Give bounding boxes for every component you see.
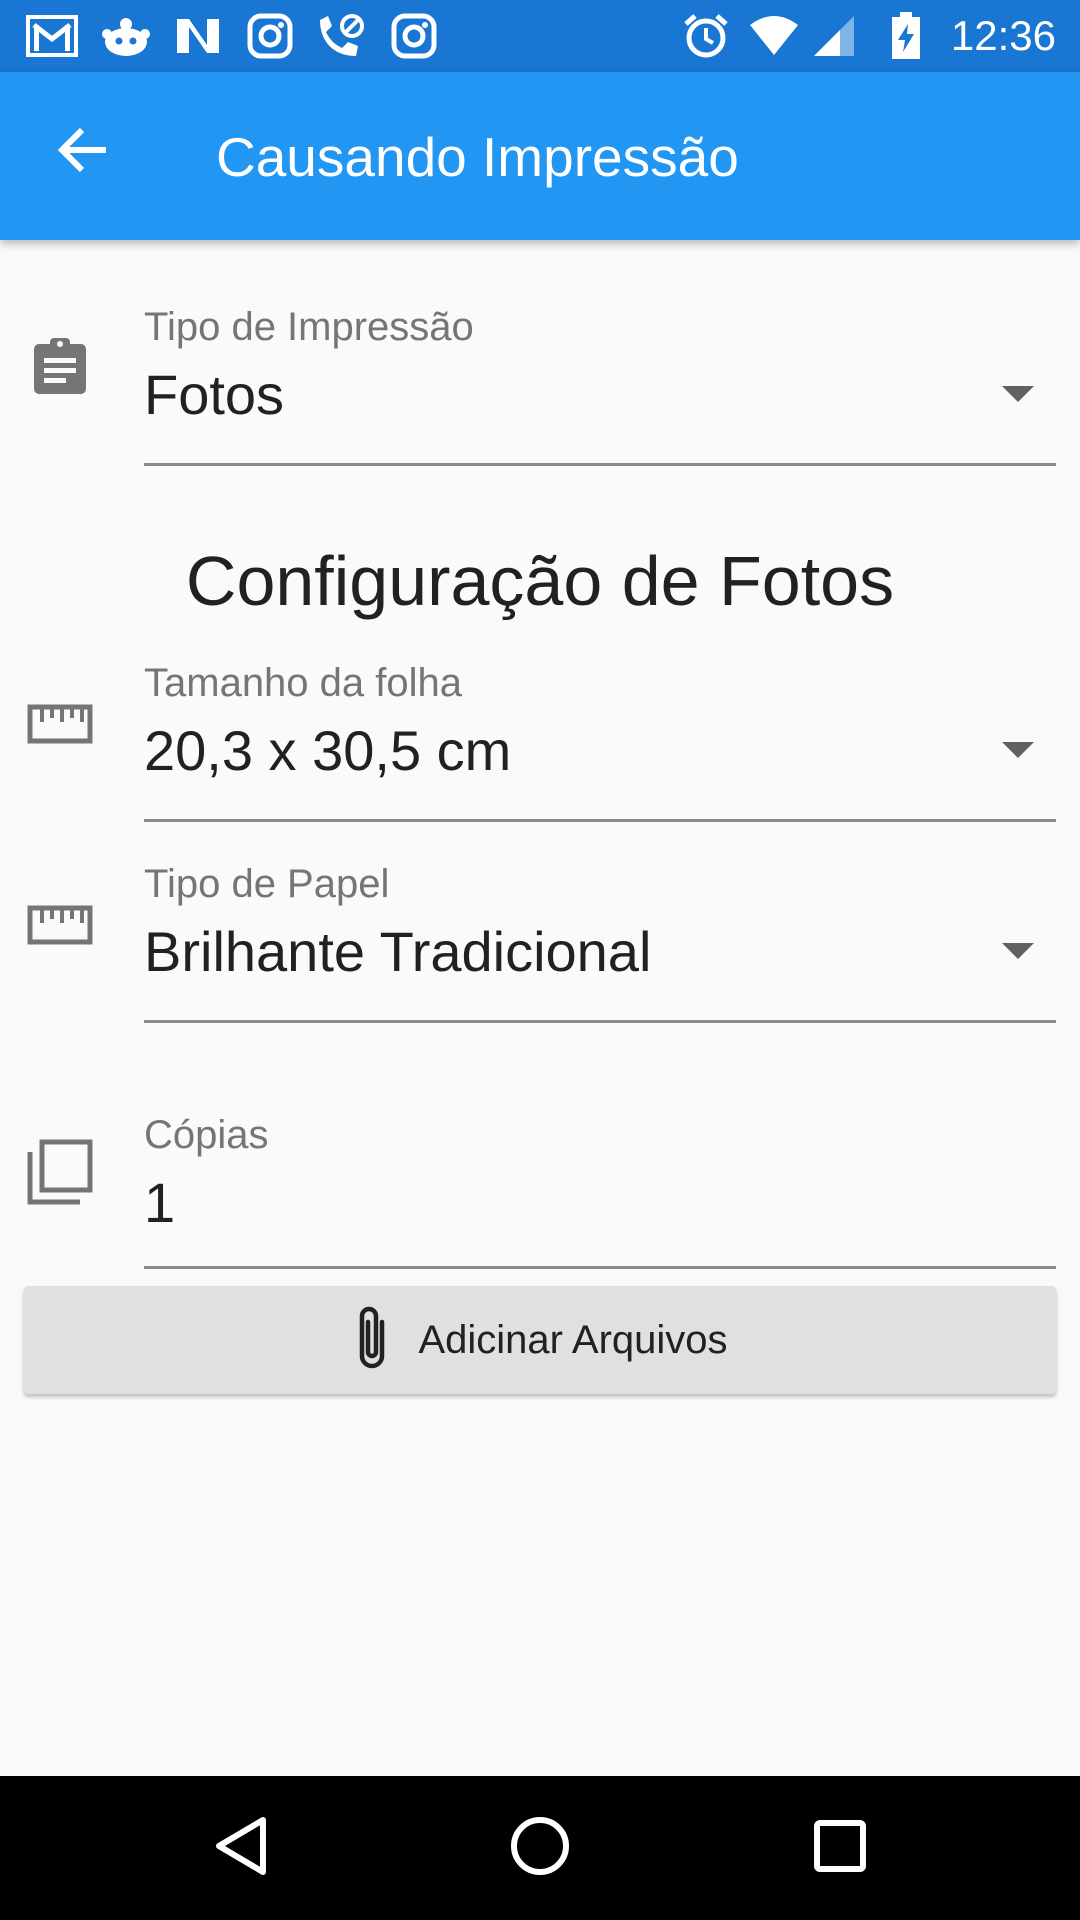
gmail-icon xyxy=(26,12,78,60)
copies-value[interactable]: 1 xyxy=(144,1168,175,1238)
paper-type-value: Brilhante Tradicional xyxy=(144,920,652,983)
battery-charging-icon xyxy=(880,12,932,60)
instagram-icon xyxy=(244,12,296,60)
alarm-icon xyxy=(680,12,732,60)
status-bar: 12:36 xyxy=(0,0,1080,72)
copies-label: Cópias xyxy=(144,1113,269,1157)
sheet-size-label: Tamanho da folha xyxy=(144,661,463,705)
add-files-button[interactable]: Adicinar Arquivos xyxy=(24,1286,1056,1394)
paperclip-icon xyxy=(352,1302,392,1379)
paper-type-underline xyxy=(144,1020,1056,1023)
navigation-bar xyxy=(0,1776,1080,1920)
copies-underline xyxy=(144,1266,1056,1269)
ruler-icon xyxy=(24,889,96,961)
cell-signal-icon xyxy=(808,12,860,60)
back-button[interactable] xyxy=(44,112,124,192)
recents-square-icon xyxy=(814,1819,866,1877)
section-title: Configuração de Fotos xyxy=(185,542,895,620)
clipboard-icon xyxy=(24,330,96,402)
instagram-icon xyxy=(388,12,440,60)
nav-recents-button[interactable] xyxy=(790,1798,890,1898)
chevron-down-icon xyxy=(998,730,1038,770)
paper-type-label: Tipo de Papel xyxy=(144,862,390,906)
nav-home-button[interactable] xyxy=(490,1798,590,1898)
status-time: 12:36 xyxy=(950,12,1056,59)
ruler-icon xyxy=(24,688,96,760)
home-circle-icon xyxy=(510,1816,570,1881)
print-type-label: Tipo de Impressão xyxy=(144,305,474,349)
nav-back-button[interactable] xyxy=(190,1798,290,1898)
wifi-icon xyxy=(748,12,800,60)
reddit-icon xyxy=(100,12,152,60)
chevron-down-icon xyxy=(998,374,1038,414)
sheet-size-underline xyxy=(144,819,1056,822)
copy-icon xyxy=(24,1136,96,1208)
chevron-down-icon xyxy=(998,931,1038,971)
news-icon xyxy=(172,12,224,60)
add-files-label: Adicinar Arquivos xyxy=(418,1318,728,1362)
print-type-underline xyxy=(144,463,1056,466)
arrow-back-icon xyxy=(57,126,110,179)
print-type-value: Fotos xyxy=(144,363,285,426)
app-bar: Causando Impressão xyxy=(0,72,1080,240)
back-triangle-icon xyxy=(213,1816,267,1881)
app-title: Causando Impressão xyxy=(216,126,739,188)
sheet-size-value: 20,3 x 30,5 cm xyxy=(144,719,512,782)
missed-call-icon xyxy=(314,12,366,60)
